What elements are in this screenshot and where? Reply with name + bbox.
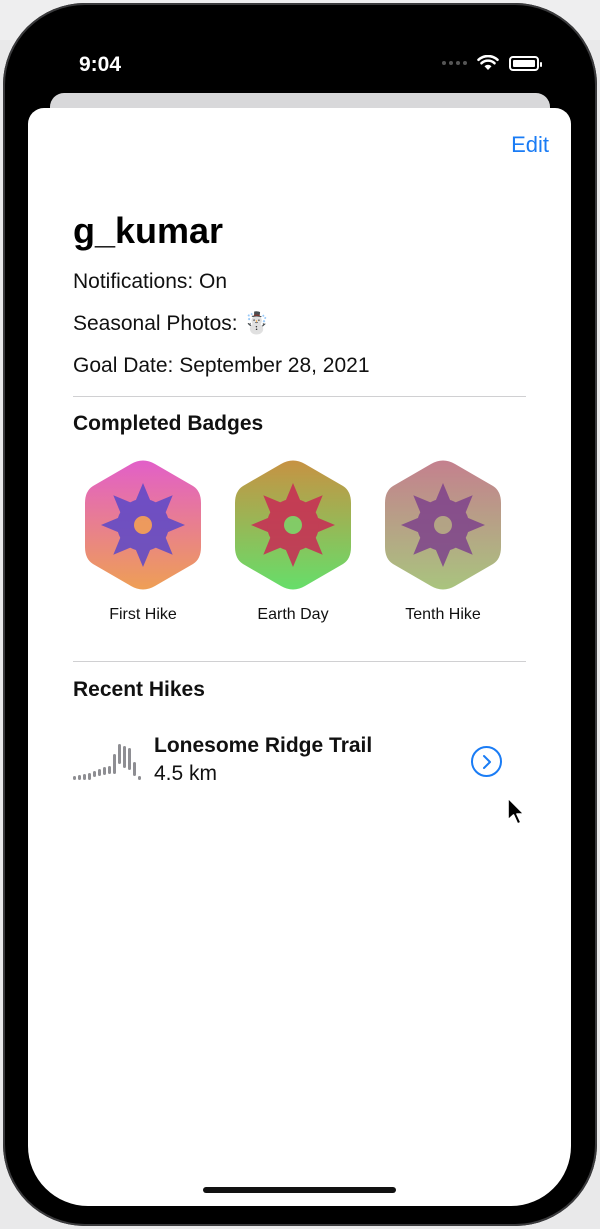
divider: [73, 661, 526, 662]
seasonal-photos-text: Seasonal Photos: ☃️: [73, 312, 270, 335]
recent-hikes-title: Recent Hikes: [73, 678, 205, 701]
completed-badges-title: Completed Badges: [73, 412, 264, 435]
divider: [73, 396, 526, 397]
mouse-cursor-icon: [507, 797, 525, 825]
badge-earth-day: Earth Day: [233, 458, 353, 624]
profile-sheet: Edit g_kumar Notifications: On Seasonal …: [28, 108, 571, 1206]
hike-row[interactable]: Lonesome Ridge Trail 4.5 km: [73, 730, 533, 790]
home-indicator: [203, 1187, 396, 1193]
badge-first-hike: First Hike: [83, 458, 203, 624]
badge-tenth-hike: Tenth Hike: [383, 458, 503, 624]
phone-frame: 9:04 Edit g_kumar Notifications: On Seas…: [3, 3, 597, 1226]
badge-label: Earth Day: [257, 606, 329, 623]
chevron-right-circle-button[interactable]: [471, 746, 502, 777]
hike-name: Lonesome Ridge Trail: [154, 734, 373, 757]
badge-label: Tenth Hike: [405, 606, 481, 623]
edit-button[interactable]: Edit: [511, 132, 549, 158]
status-icons: [442, 55, 542, 71]
hike-distance: 4.5 km: [154, 762, 218, 785]
goal-date-text: Goal Date: September 28, 2021: [73, 354, 370, 377]
battery-icon: [509, 55, 542, 71]
badge-label: First Hike: [109, 606, 177, 623]
badge-hexagon-icon: [235, 460, 351, 590]
elevation-graph-icon: [73, 744, 141, 780]
wifi-icon: [477, 55, 499, 70]
username-title: g_kumar: [73, 210, 224, 251]
badge-hexagon-icon: [385, 460, 501, 590]
badge-hexagon-icon: [85, 460, 201, 590]
chevron-right-icon: [483, 755, 491, 769]
status-time: 9:04: [79, 53, 122, 76]
notifications-text: Notifications: On: [73, 270, 228, 293]
cellular-signal-icon: [442, 61, 467, 65]
